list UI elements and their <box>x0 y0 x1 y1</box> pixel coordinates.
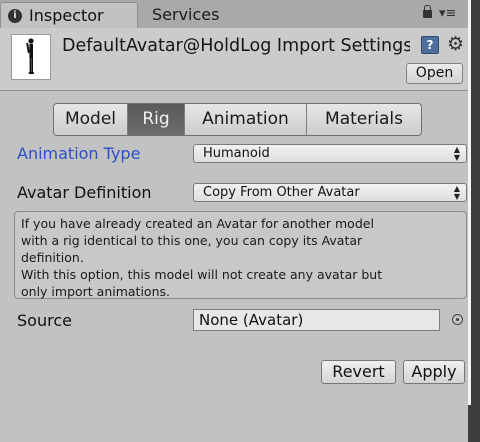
help-line: with a rig identical to this one, you ca… <box>21 233 363 248</box>
tab-model[interactable]: Model <box>54 104 128 135</box>
apply-button[interactable]: Apply <box>403 360 465 384</box>
help-line: only import animations. <box>21 284 170 299</box>
source-label: Source <box>17 311 72 330</box>
animation-type-value: Humanoid <box>203 146 270 161</box>
object-picker-icon[interactable] <box>452 314 463 325</box>
animation-type-label: Animation Type <box>17 144 141 163</box>
help-box: If you have already created an Avatar fo… <box>14 211 467 299</box>
open-button[interactable]: Open <box>406 63 463 84</box>
asset-thumbnail <box>11 34 51 80</box>
tab-services[interactable]: Services <box>152 2 219 28</box>
avatar-definition-dropdown[interactable]: Copy From Other Avatar ▲ ▼ <box>193 183 467 202</box>
dropdown-arrows-icon: ▲ ▼ <box>453 184 460 201</box>
import-tabs: Model Rig Animation Materials <box>53 103 422 136</box>
gear-icon[interactable]: ⚙ <box>447 33 464 55</box>
lock-icon[interactable] <box>423 5 432 18</box>
tab-rig[interactable]: Rig <box>128 104 185 135</box>
scrollbar-strip <box>468 0 480 442</box>
avatar-definition-value: Copy From Other Avatar <box>203 185 360 200</box>
tab-materials[interactable]: Materials <box>307 104 421 135</box>
avatar-definition-label: Avatar Definition <box>17 183 152 202</box>
animation-type-dropdown[interactable]: Humanoid ▲ ▼ <box>193 144 467 163</box>
revert-button[interactable]: Revert <box>321 360 396 384</box>
avatar-figure-icon <box>26 38 34 74</box>
help-line: With this option, this model will not cr… <box>21 267 383 282</box>
tab-menu-icon[interactable]: ▾≡ <box>439 7 456 21</box>
info-icon: i <box>8 9 22 23</box>
help-line: definition. <box>21 250 84 265</box>
tab-inspector-label: Inspector <box>29 6 104 25</box>
asset-title: DefaultAvatar@HoldLog Import Settings <box>62 36 410 56</box>
help-book-icon[interactable]: ? <box>421 36 439 54</box>
dropdown-arrows-icon: ▲ ▼ <box>453 145 460 162</box>
source-object-field[interactable]: None (Avatar) <box>193 309 440 331</box>
help-line: If you have already created an Avatar fo… <box>21 216 374 231</box>
tab-animation[interactable]: Animation <box>185 104 307 135</box>
tab-inspector[interactable]: i Inspector <box>0 2 138 28</box>
